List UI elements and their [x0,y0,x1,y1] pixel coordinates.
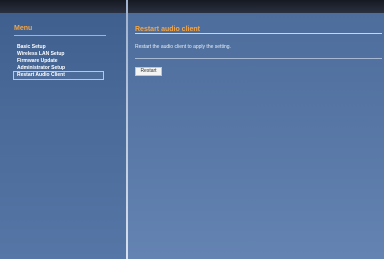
menu-title: Menu [14,25,33,32]
description-divider [135,58,382,59]
top-bar [0,0,384,13]
sidebar-menu: Menu Basic Setup Wireless LAN Setup Firm… [0,13,126,259]
main-panel: Restart audio client Restart the audio c… [128,13,384,259]
menu-title-rule [14,35,106,36]
title-divider [135,33,382,34]
page-title: Restart audio client [135,26,200,33]
sidebar-item-administrator-setup[interactable]: Administrator Setup [17,65,107,72]
sidebar-item-basic-setup[interactable]: Basic Setup [17,44,107,51]
restart-description: Restart the audio client to apply the se… [135,44,231,50]
menu-list: Basic Setup Wireless LAN Setup Firmware … [13,44,107,80]
sidebar-item-firmware-update[interactable]: Firmware Update [17,58,107,65]
sidebar-item-wireless-lan-setup[interactable]: Wireless LAN Setup [17,51,107,58]
router-settings-frame: Menu Basic Setup Wireless LAN Setup Firm… [0,0,384,259]
restart-button[interactable]: Restart [135,67,162,76]
sidebar-item-restart-audio-client[interactable]: Restart Audio Client [13,71,104,80]
